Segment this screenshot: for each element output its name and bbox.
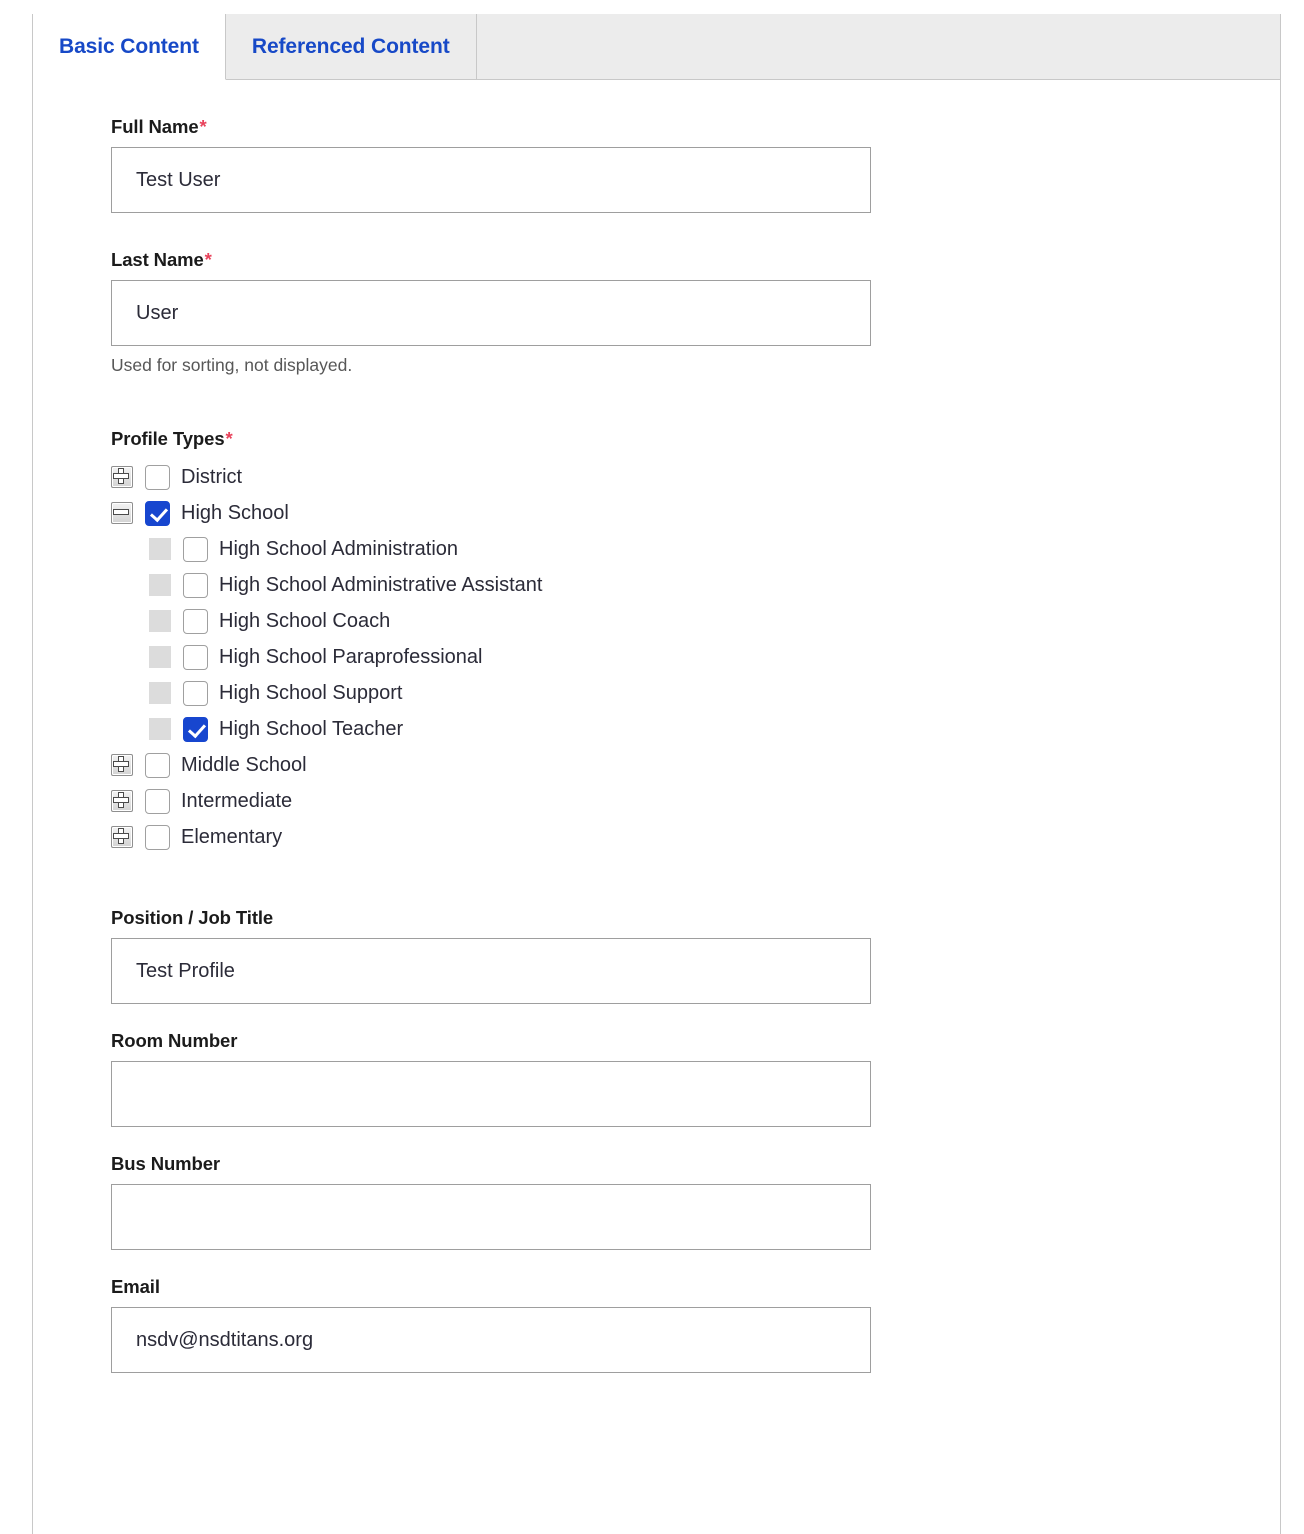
tree-row: High School Administration <box>111 531 871 567</box>
bus-number-label-text: Bus Number <box>111 1153 220 1174</box>
tree-row: High School <box>111 495 871 531</box>
field-email: Email <box>111 1276 871 1373</box>
room-number-label: Room Number <box>111 1030 871 1052</box>
expand-plus-icon[interactable] <box>111 826 133 848</box>
expand-plus-icon[interactable] <box>111 466 133 488</box>
collapse-minus-icon[interactable] <box>111 502 133 524</box>
profile-type-checkbox[interactable] <box>145 464 170 490</box>
position-label-text: Position / Job Title <box>111 907 274 928</box>
tab-referenced-content-label: Referenced Content <box>251 34 450 58</box>
field-last-name: Last Name* Used for sorting, not display… <box>111 249 871 376</box>
tree-row: High School Paraprofessional <box>111 639 871 675</box>
expander-placeholder-icon <box>149 682 171 704</box>
position-input[interactable] <box>111 938 871 1004</box>
expander-placeholder-icon <box>149 646 171 668</box>
profile-type-checkbox[interactable] <box>145 752 170 778</box>
position-label: Position / Job Title <box>111 907 871 929</box>
last-name-label-text: Last Name <box>111 249 204 270</box>
email-label: Email <box>111 1276 871 1298</box>
expander-placeholder-icon <box>149 610 171 632</box>
profile-type-label[interactable]: Elementary <box>181 827 282 847</box>
profile-type-checkbox[interactable] <box>145 788 170 814</box>
profile-type-label[interactable]: High School Administrative Assistant <box>219 575 543 595</box>
tab-strip: Basic Content Referenced Content <box>33 14 1280 80</box>
profile-types-tree: District High School High School Administr… <box>111 459 871 855</box>
tree-row: Intermediate <box>111 783 871 819</box>
expander-placeholder-icon <box>149 718 171 740</box>
full-name-label-text: Full Name <box>111 116 199 137</box>
profile-types-label: Profile Types* <box>111 428 871 450</box>
field-position-job-title: Position / Job Title <box>111 907 871 1004</box>
profile-types-required-asterisk: * <box>225 428 233 449</box>
expander-placeholder-icon <box>149 538 171 560</box>
tab-basic-content-label: Basic Content <box>59 34 199 58</box>
expander-placeholder-icon <box>149 574 171 596</box>
email-label-text: Email <box>111 1276 160 1297</box>
expand-plus-icon[interactable] <box>111 790 133 812</box>
tree-row: High School Coach <box>111 603 871 639</box>
room-number-label-text: Room Number <box>111 1030 238 1051</box>
field-profile-types: Profile Types* District High School High S… <box>111 428 871 855</box>
email-input[interactable] <box>111 1307 871 1373</box>
full-name-label: Full Name* <box>111 116 871 138</box>
last-name-helper-text: Used for sorting, not displayed. <box>111 355 353 375</box>
profile-type-label[interactable]: District <box>181 467 242 487</box>
full-name-required-asterisk: * <box>199 116 207 137</box>
profile-type-checkbox[interactable] <box>183 608 208 634</box>
tree-row: High School Support <box>111 675 871 711</box>
tree-row: Elementary <box>111 819 871 855</box>
last-name-required-asterisk: * <box>204 249 212 270</box>
room-number-input[interactable] <box>111 1061 871 1127</box>
tab-referenced-content[interactable]: Referenced Content <box>225 14 477 79</box>
profile-type-label[interactable]: Intermediate <box>181 791 292 811</box>
profile-type-checkbox[interactable] <box>145 824 170 850</box>
expand-plus-icon[interactable] <box>111 754 133 776</box>
profile-type-checkbox[interactable] <box>183 680 208 706</box>
tree-row: High School Administrative Assistant <box>111 567 871 603</box>
tab-basic-content[interactable]: Basic Content <box>33 14 226 80</box>
tab-strip-filler <box>476 14 1280 79</box>
field-bus-number: Bus Number <box>111 1153 871 1250</box>
last-name-label: Last Name* <box>111 249 871 271</box>
content-panel: Basic Content Referenced Content Full Na… <box>32 14 1281 1534</box>
bus-number-input[interactable] <box>111 1184 871 1250</box>
tree-row: High School Teacher <box>111 711 871 747</box>
profile-type-label[interactable]: High School Support <box>219 683 402 703</box>
last-name-input[interactable] <box>111 280 871 346</box>
field-full-name: Full Name* <box>111 116 871 213</box>
profile-type-label[interactable]: High School <box>181 503 289 523</box>
full-name-input[interactable] <box>111 147 871 213</box>
profile-type-checkbox[interactable] <box>183 716 208 742</box>
bus-number-label: Bus Number <box>111 1153 871 1175</box>
profile-type-label[interactable]: High School Administration <box>219 539 458 559</box>
profile-type-checkbox[interactable] <box>183 536 208 562</box>
profile-type-label[interactable]: High School Paraprofessional <box>219 647 483 667</box>
profile-type-checkbox[interactable] <box>183 572 208 598</box>
tree-row: District <box>111 459 871 495</box>
tree-row: Middle School <box>111 747 871 783</box>
profile-type-checkbox[interactable] <box>183 644 208 670</box>
profile-type-label[interactable]: High School Coach <box>219 611 390 631</box>
field-room-number: Room Number <box>111 1030 871 1127</box>
profile-type-label[interactable]: Middle School <box>181 755 307 775</box>
profile-form: Full Name* Last Name* Used for sorting, … <box>33 80 1280 1373</box>
profile-type-checkbox[interactable] <box>145 500 170 526</box>
profile-types-label-text: Profile Types <box>111 428 225 449</box>
profile-type-label[interactable]: High School Teacher <box>219 719 403 739</box>
